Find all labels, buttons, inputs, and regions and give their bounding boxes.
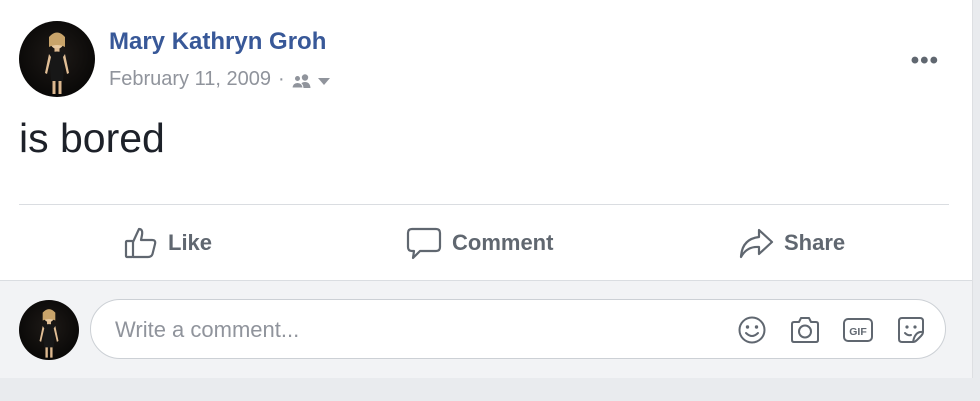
chevron-down-icon xyxy=(317,78,330,85)
post-meta: February 11, 2009 · xyxy=(109,68,331,91)
camera-icon[interactable] xyxy=(789,314,821,346)
divider xyxy=(19,204,949,205)
comment-input[interactable] xyxy=(113,300,717,360)
share-label: Share xyxy=(784,230,846,255)
more-options-button[interactable]: ••• xyxy=(911,49,939,73)
share-button[interactable]: Share xyxy=(738,207,845,279)
current-user-avatar[interactable] xyxy=(19,300,79,360)
meta-separator: · xyxy=(277,68,285,90)
thumbs-up-icon xyxy=(124,227,157,259)
comment-label: Comment xyxy=(452,230,554,255)
comment-button[interactable]: Comment xyxy=(406,207,553,279)
like-label: Like xyxy=(168,230,213,255)
post-header: Mary Kathryn Groh February 11, 2009 · ••… xyxy=(19,21,959,97)
author-name-link[interactable]: Mary Kathryn Groh xyxy=(109,28,326,56)
author-avatar[interactable] xyxy=(19,21,95,97)
share-arrow-icon xyxy=(739,228,774,259)
comment-attachment-icons: GIF xyxy=(736,314,927,346)
like-button[interactable]: Like xyxy=(124,207,212,279)
audience-selector[interactable] xyxy=(291,73,331,89)
post-card: Mary Kathryn Groh February 11, 2009 · ••… xyxy=(0,0,973,378)
svg-text:GIF: GIF xyxy=(849,326,867,338)
post-date-link[interactable]: February 11, 2009 xyxy=(109,68,271,91)
comment-bubble-icon xyxy=(406,227,442,260)
emoji-icon[interactable] xyxy=(736,314,768,346)
sticker-icon[interactable] xyxy=(895,314,927,346)
friends-icon xyxy=(291,74,311,89)
comment-composer: GIF xyxy=(0,280,972,378)
comment-box: GIF xyxy=(90,299,946,360)
gif-icon[interactable]: GIF xyxy=(842,314,874,346)
post-actions: Like Comment Share xyxy=(19,207,949,279)
post-status-text: is bored xyxy=(19,115,165,161)
